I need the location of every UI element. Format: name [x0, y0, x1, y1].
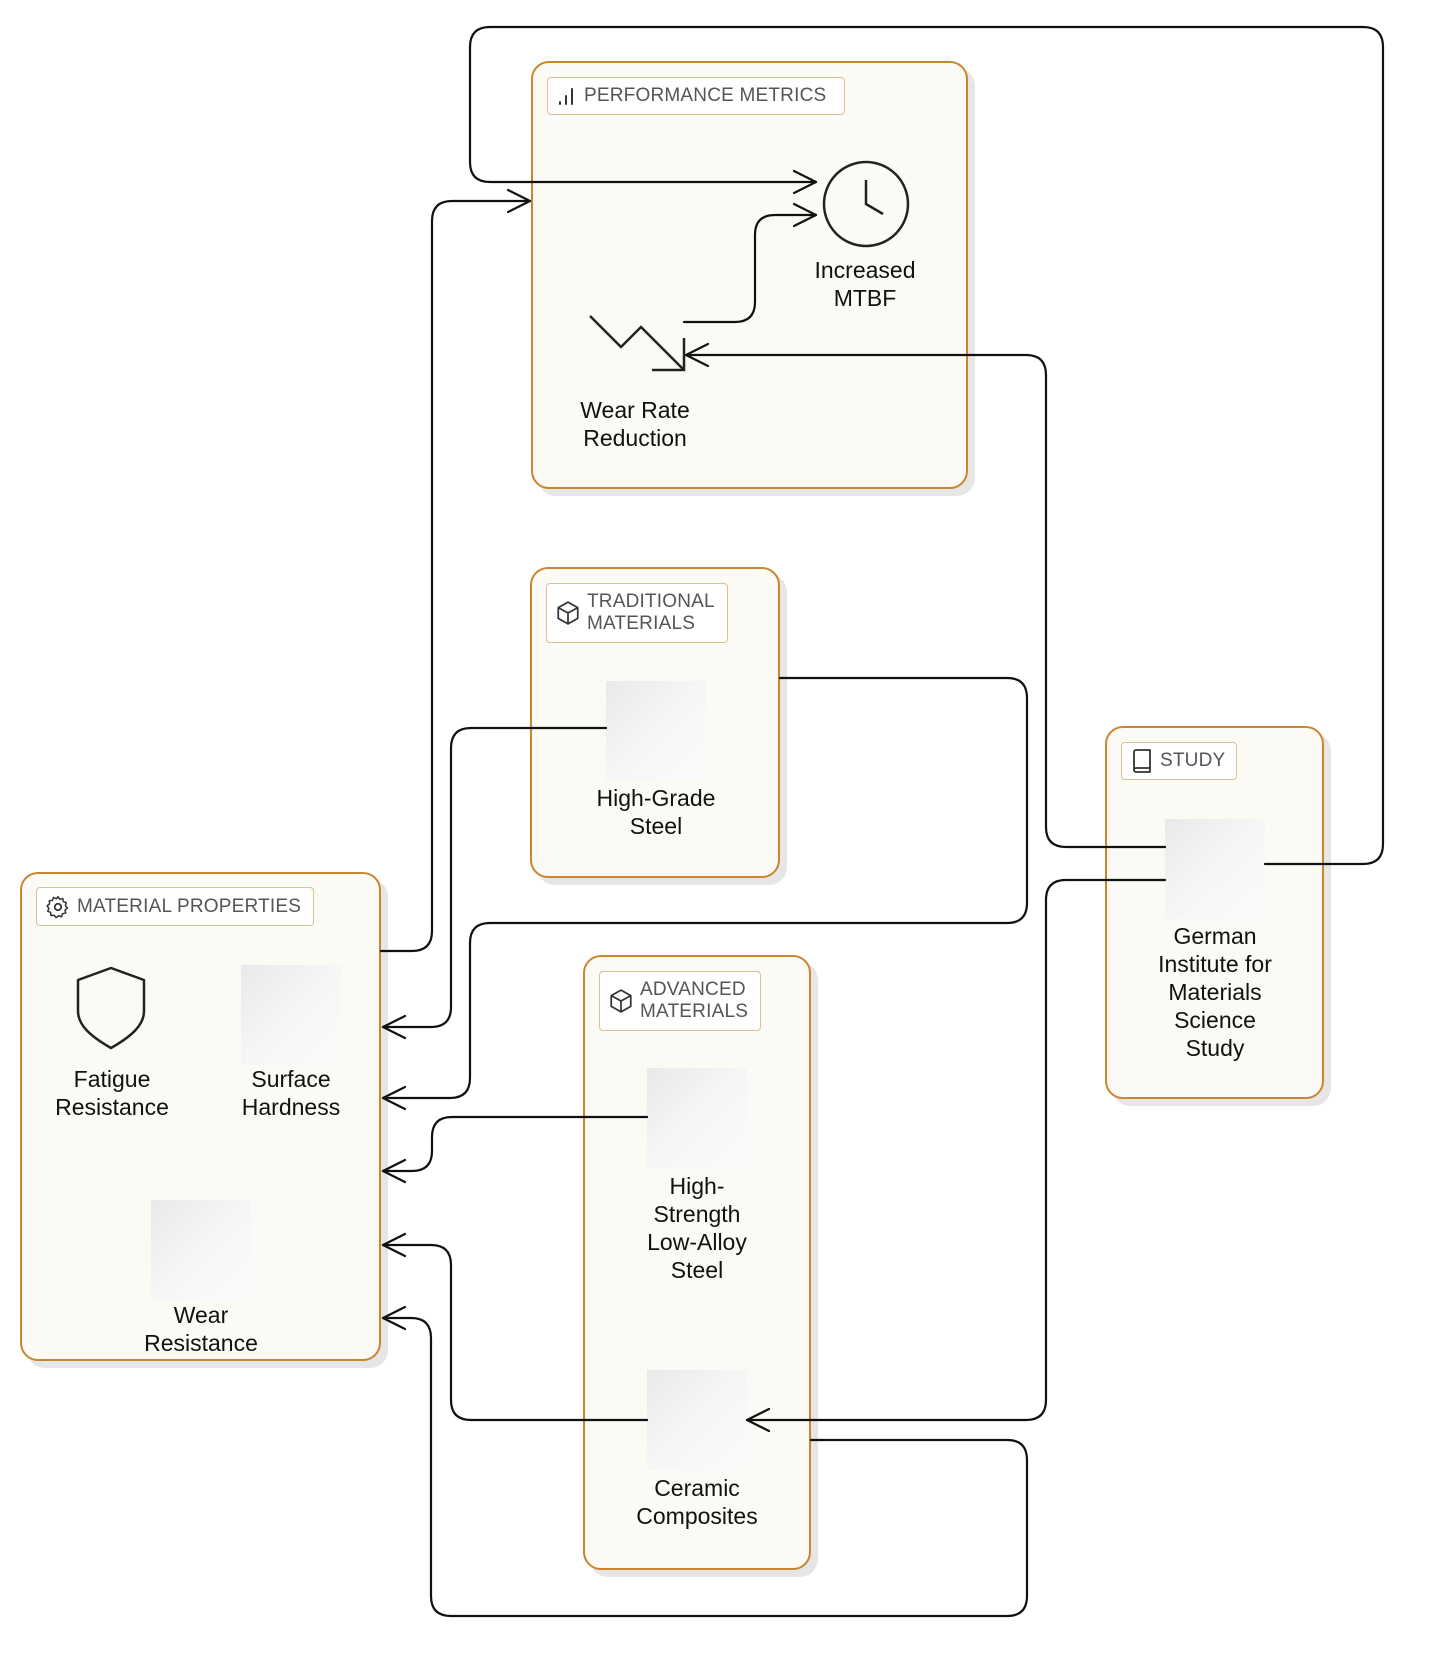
cube-icon [557, 601, 579, 625]
gear-icon [46, 895, 69, 918]
arrowhead [381, 1232, 407, 1258]
node-label-german-institute-study: German Institute for Materials Science S… [1158, 923, 1272, 1061]
node-label-increased-mtbf: Increased MTBF [814, 257, 916, 311]
group-title-tag: PERFORMANCE METRICS [547, 77, 845, 115]
group-title: ADVANCED MATERIALS [640, 979, 749, 1022]
cube-icon [610, 989, 632, 1013]
node-image-wear-resistance[interactable] [151, 1200, 251, 1300]
book-icon [1133, 749, 1151, 773]
node-image-high-grade-steel[interactable] [606, 681, 706, 781]
trending-down-icon [589, 315, 686, 372]
node-label-hsla-steel: High- Strength Low-Alloy Steel [647, 1173, 747, 1283]
shield-icon [76, 966, 146, 1050]
bar-chart-icon [559, 88, 573, 105]
node-image-surface-hardness[interactable] [241, 965, 341, 1065]
node-image-german-institute-study[interactable] [1165, 819, 1265, 919]
arrowhead [381, 1085, 407, 1111]
group-title: PERFORMANCE METRICS [584, 85, 827, 106]
group-title-tag: MATERIAL PROPERTIES [36, 887, 314, 926]
node-label-surface-hardness: Surface Hardness [241, 1066, 341, 1120]
group-title: MATERIAL PROPERTIES [77, 895, 302, 917]
arrowhead [381, 1158, 407, 1184]
edge-properties-to-performance [379, 199, 532, 953]
arrowhead [506, 188, 532, 214]
clock-icon [822, 160, 910, 248]
node-label-fatigue-resistance: Fatigue Resistance [55, 1066, 169, 1120]
node-image-hsla-steel[interactable] [647, 1068, 747, 1168]
group-title-tag: TRADITIONAL MATERIALS [546, 583, 728, 643]
node-label-wear-rate-reduction: Wear Rate Reduction [580, 397, 690, 451]
arrowhead [381, 1014, 407, 1040]
node-label-high-grade-steel: High-Grade Steel [596, 785, 716, 839]
group-title-tag: STUDY [1121, 742, 1237, 780]
node-label-ceramic-composites: Ceramic Composites [636, 1475, 758, 1529]
node-image-ceramic-composites[interactable] [647, 1370, 747, 1470]
group-title-tag: ADVANCED MATERIALS [599, 971, 761, 1031]
arrowhead [381, 1305, 407, 1331]
group-title: STUDY [1160, 750, 1226, 771]
group-title: TRADITIONAL MATERIALS [587, 591, 715, 634]
node-label-wear-resistance: Wear Resistance [144, 1302, 258, 1356]
